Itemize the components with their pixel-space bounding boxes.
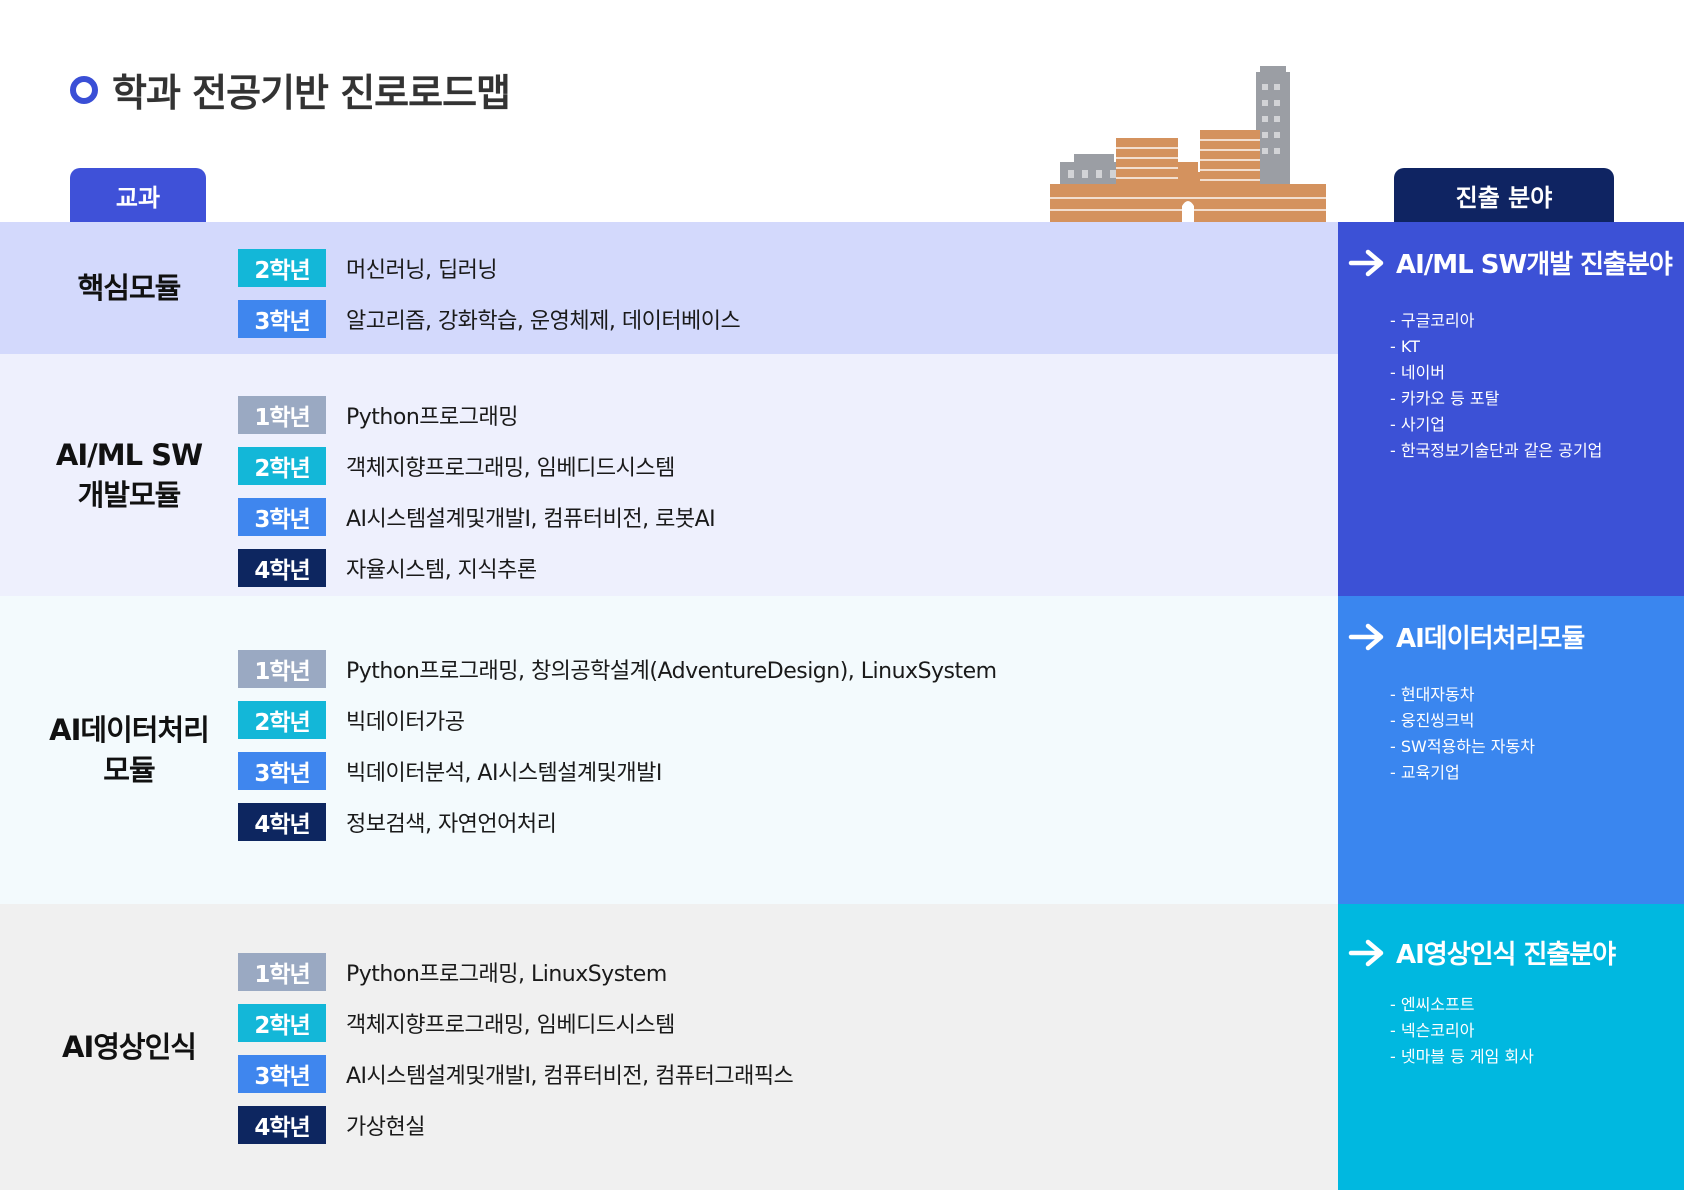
career-title: AI영상인식 진출분야 xyxy=(1396,940,1616,970)
grade-badge: 3학년 xyxy=(238,497,326,536)
career-item: - 교육기업 xyxy=(1390,763,1460,782)
course-row: 4학년 자율시스템, 지식추론 xyxy=(238,542,715,593)
grade-badge: 1학년 xyxy=(238,649,326,688)
module-label: AI/ML SW 개발모듈 xyxy=(0,354,258,596)
career-item: - 카카오 등 포탈 xyxy=(1390,389,1500,408)
career-title: AI데이터처리모듈 xyxy=(1396,624,1585,654)
course-list: 정보검색, 자연언어처리 xyxy=(346,811,557,837)
grade-badge: 2학년 xyxy=(238,1003,326,1042)
career-item: - 넥슨코리아 xyxy=(1390,1021,1475,1040)
career-item: - 웅진씽크빅 xyxy=(1390,711,1475,730)
career-item: - 네이버 xyxy=(1390,363,1446,382)
course-row: 2학년 객체지향프로그래밍, 임베디드시스템 xyxy=(238,997,793,1048)
course-list: 가상현실 xyxy=(346,1114,425,1140)
grade-badge: 2학년 xyxy=(238,700,326,739)
course-list: 객체지향프로그래밍, 임베디드시스템 xyxy=(346,455,675,481)
course-list: Python프로그래밍, 창의공학설계(AdventureDesign), Li… xyxy=(346,658,997,684)
course-row: 3학년 AI시스템설계및개발I, 컴퓨터비전, 컴퓨터그래픽스 xyxy=(238,1048,794,1099)
grade-badge: 3학년 xyxy=(238,751,326,790)
career-panel-vision: AI영상인식 진출분야 - 엔씨소프트 - 넥슨코리아 - 넷마블 등 게임 회… xyxy=(1338,904,1684,1190)
course-row: 4학년 정보검색, 자연언어처리 xyxy=(238,796,997,847)
module-label: AI데이터처리 모듈 xyxy=(0,596,258,904)
course-row: 2학년 머신러닝, 딥러닝 xyxy=(238,242,740,293)
module-band-aiml: AI/ML SW 개발모듈 1학년 Python프로그래밍 2학년 객체지향프로… xyxy=(0,354,1338,596)
grade-badge: 4학년 xyxy=(238,548,326,587)
career-item: - 구글코리아 xyxy=(1390,311,1475,330)
course-row: 1학년 Python프로그래밍, 창의공학설계(AdventureDesign)… xyxy=(238,643,997,694)
career-item: - 한국정보기술단과 같은 공기업 xyxy=(1390,441,1603,460)
career-item: - SW적용하는 자동차 xyxy=(1390,737,1535,756)
career-item: - 현대자동차 xyxy=(1390,685,1475,704)
campus-skyline-icon xyxy=(1050,66,1326,222)
grade-badge: 4학년 xyxy=(238,802,326,841)
course-row: 2학년 객체지향프로그래밍, 임베디드시스템 xyxy=(238,440,715,491)
grade-badge: 4학년 xyxy=(238,1105,326,1144)
course-list: AI시스템설계및개발I, 컴퓨터비전, 로봇AI xyxy=(346,506,716,532)
module-label-text: AI데이터처리 모듈 xyxy=(49,713,210,787)
grade-badge: 3학년 xyxy=(238,1054,326,1093)
grade-badge: 3학년 xyxy=(238,299,326,338)
course-list: 머신러닝, 딥러닝 xyxy=(346,257,498,283)
course-list: 자율시스템, 지식추론 xyxy=(346,557,537,583)
arrow-right-icon xyxy=(1348,623,1384,650)
course-row: 3학년 빅데이터분석, AI시스템설계및개발I xyxy=(238,745,997,796)
career-list: - 구글코리아 - KT - 네이버 - 카카오 등 포탈 - 사기업 - 한국… xyxy=(1390,308,1602,464)
page-title-group: 학과 전공기반 진로로드맵 xyxy=(70,62,511,117)
course-row: 3학년 알고리즘, 강화학습, 운영체제, 데이터베이스 xyxy=(238,293,741,344)
course-list: 빅데이터분석, AI시스템설계및개발I xyxy=(346,760,662,786)
course-row: 4학년 가상현실 xyxy=(238,1099,793,1150)
course-list: Python프로그래밍 xyxy=(346,404,518,430)
module-band-core: 핵심모듈 2학년 머신러닝, 딥러닝 3학년 알고리즘, 강화학습, 운영체제,… xyxy=(0,222,1338,354)
career-item: - 엔씨소프트 xyxy=(1390,995,1475,1014)
grade-badge: 1학년 xyxy=(238,952,326,991)
module-band-data: AI데이터처리 모듈 1학년 Python프로그래밍, 창의공학설계(Adven… xyxy=(0,596,1338,904)
module-label: AI영상인식 xyxy=(62,1030,197,1064)
career-item: - KT xyxy=(1390,337,1420,356)
grade-badge: 2학년 xyxy=(238,446,326,485)
course-row: 3학년 AI시스템설계및개발I, 컴퓨터비전, 로봇AI xyxy=(238,491,716,542)
career-panel-aiml: AI/ML SW개발 진출분야 - 구글코리아 - KT - 네이버 - 카카오… xyxy=(1338,222,1684,596)
career-list: - 엔씨소프트 - 넥슨코리아 - 넷마블 등 게임 회사 xyxy=(1390,992,1534,1070)
tab-careers: 진출 분야 xyxy=(1394,168,1614,222)
arrow-right-icon xyxy=(1348,249,1384,276)
grade-badge: 2학년 xyxy=(238,248,326,287)
career-item: - 넷마블 등 게임 회사 xyxy=(1390,1047,1534,1066)
grade-badge: 1학년 xyxy=(238,395,326,434)
module-label: 핵심모듈 xyxy=(77,271,182,305)
course-list: 알고리즘, 강화학습, 운영체제, 데이터베이스 xyxy=(346,308,741,334)
course-row: 1학년 Python프로그래밍 xyxy=(238,389,715,440)
course-row: 2학년 빅데이터가공 xyxy=(238,694,997,745)
career-item: - 사기업 xyxy=(1390,415,1446,434)
module-band-vision: AI영상인식 1학년 Python프로그래밍, LinuxSystem 2학년 … xyxy=(0,904,1338,1190)
module-label-text: AI/ML SW 개발모듈 xyxy=(55,438,203,512)
course-row: 1학년 Python프로그래밍, LinuxSystem xyxy=(238,946,793,997)
arrow-right-icon xyxy=(1348,939,1384,966)
course-list: 객체지향프로그래밍, 임베디드시스템 xyxy=(346,1012,675,1038)
course-list: 빅데이터가공 xyxy=(346,709,465,735)
page-title: 학과 전공기반 진로로드맵 xyxy=(112,71,511,115)
career-list: - 현대자동차 - 웅진씽크빅 - SW적용하는 자동차 - 교육기업 xyxy=(1390,682,1535,786)
tab-courses: 교과 xyxy=(70,168,206,222)
course-list: AI시스템설계및개발I, 컴퓨터비전, 컴퓨터그래픽스 xyxy=(346,1063,794,1089)
career-title: AI/ML SW개발 진출분야 xyxy=(1396,250,1673,280)
career-panel-data: AI데이터처리모듈 - 현대자동차 - 웅진씽크빅 - SW적용하는 자동차 -… xyxy=(1338,596,1684,904)
course-list: Python프로그래밍, LinuxSystem xyxy=(346,961,667,987)
circle-bullet-icon xyxy=(70,75,98,104)
